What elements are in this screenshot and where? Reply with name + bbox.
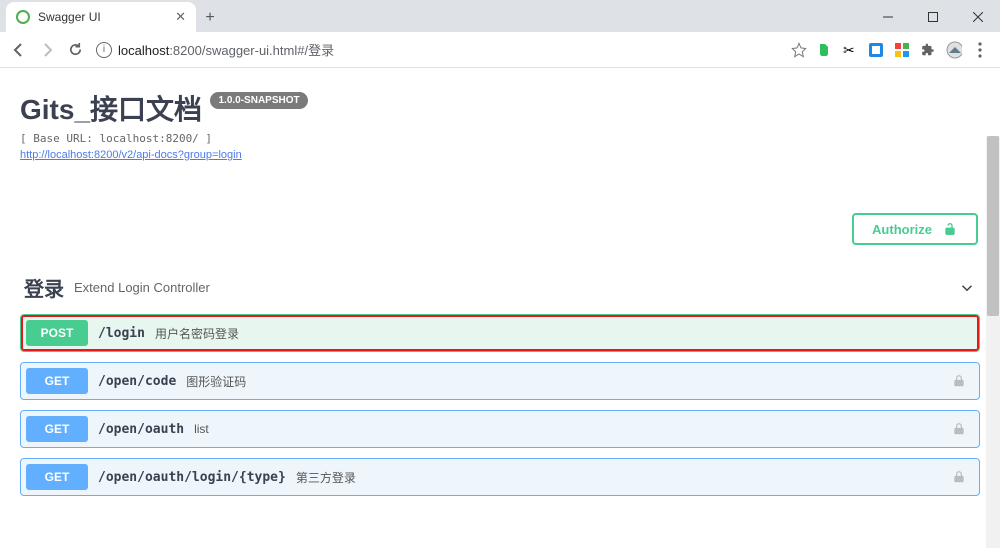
operation-summary: 第三方登录 [296,469,356,486]
authorize-label: Authorize [872,222,932,237]
lock-icon[interactable] [952,422,974,436]
bookmark-star-icon[interactable] [788,39,810,61]
base-url: [ Base URL: localhost:8200/ ] [20,132,980,145]
browser-address-bar: i localhost:8200/swagger-ui.html#/登录 ✂ [0,32,1000,68]
scissors-ext-icon[interactable]: ✂ [842,42,858,58]
browser-titlebar: Swagger UI ✕ + [0,0,1000,32]
page-viewport[interactable]: Gits_接口文档 1.0.0-SNAPSHOT [ Base URL: loc… [0,68,1000,548]
api-title: Gits_接口文档 [20,88,202,128]
browser-extensions: ✂ [816,42,992,58]
operation-row[interactable]: GET/open/code 图形验证码 [20,362,980,400]
operation-path: /open/oauth [98,422,184,437]
window-close-button[interactable] [955,2,1000,32]
swagger-favicon [16,10,30,24]
operation-summary: 用户名密码登录 [155,325,239,342]
blue-square-ext-icon[interactable] [868,42,884,58]
tag-header[interactable]: 登录 Extend Login Controller [20,265,980,314]
window-minimize-button[interactable] [865,2,910,32]
scrollbar-thumb[interactable] [987,136,999,316]
vertical-scrollbar[interactable] [986,136,1000,548]
browser-menu-icon[interactable] [972,42,988,58]
nav-forward-button[interactable] [36,39,58,61]
window-maximize-button[interactable] [910,2,955,32]
api-docs-link[interactable]: http://localhost:8200/v2/api-docs?group=… [20,149,242,161]
url-host: localhost [118,43,169,58]
operation-row[interactable]: GET/open/oauth list [20,410,980,448]
tab-title: Swagger UI [38,10,175,24]
operation-row[interactable]: GET/open/oauth/login/{type} 第三方登录 [20,458,980,496]
svg-text:✂: ✂ [843,43,855,57]
window-controls [865,2,1000,32]
http-method-badge: GET [26,368,88,394]
lock-icon[interactable] [952,470,974,484]
nav-back-button[interactable] [8,39,30,61]
evernote-ext-icon[interactable] [816,42,832,58]
operation-summary: list [194,422,209,436]
url-port: :8200 [169,43,202,58]
authorize-button[interactable]: Authorize [852,213,978,245]
grid-ext-icon[interactable] [894,42,910,58]
lock-icon[interactable] [952,374,974,388]
extensions-puzzle-icon[interactable] [920,42,936,58]
operation-row[interactable]: POST/login 用户名密码登录 [20,314,980,352]
api-header: Gits_接口文档 1.0.0-SNAPSHOT [ Base URL: loc… [20,88,980,163]
url-path: /swagger-ui.html#/登录 [202,43,334,58]
http-method-badge: GET [26,464,88,490]
site-info-icon[interactable]: i [96,42,112,58]
operation-path: /open/code [98,374,176,389]
chevron-down-icon [958,279,976,297]
browser-tab[interactable]: Swagger UI ✕ [6,2,196,32]
http-method-badge: POST [26,320,88,346]
api-version-badge: 1.0.0-SNAPSHOT [210,92,307,109]
http-method-badge: GET [26,416,88,442]
lock-open-icon [942,221,958,237]
operation-path: /open/oauth/login/{type} [98,470,286,485]
close-tab-icon[interactable]: ✕ [175,9,186,25]
new-tab-button[interactable]: + [196,4,224,32]
tag-description: Extend Login Controller [74,280,210,295]
operation-path: /login [98,326,145,341]
tag-section: 登录 Extend Login Controller POST/login 用户名… [20,265,980,496]
url-box[interactable]: i localhost:8200/swagger-ui.html#/登录 [92,40,782,59]
operation-summary: 图形验证码 [186,373,246,390]
profile-avatar-icon[interactable] [946,42,962,58]
tag-name: 登录 [24,273,64,302]
nav-reload-button[interactable] [64,39,86,61]
